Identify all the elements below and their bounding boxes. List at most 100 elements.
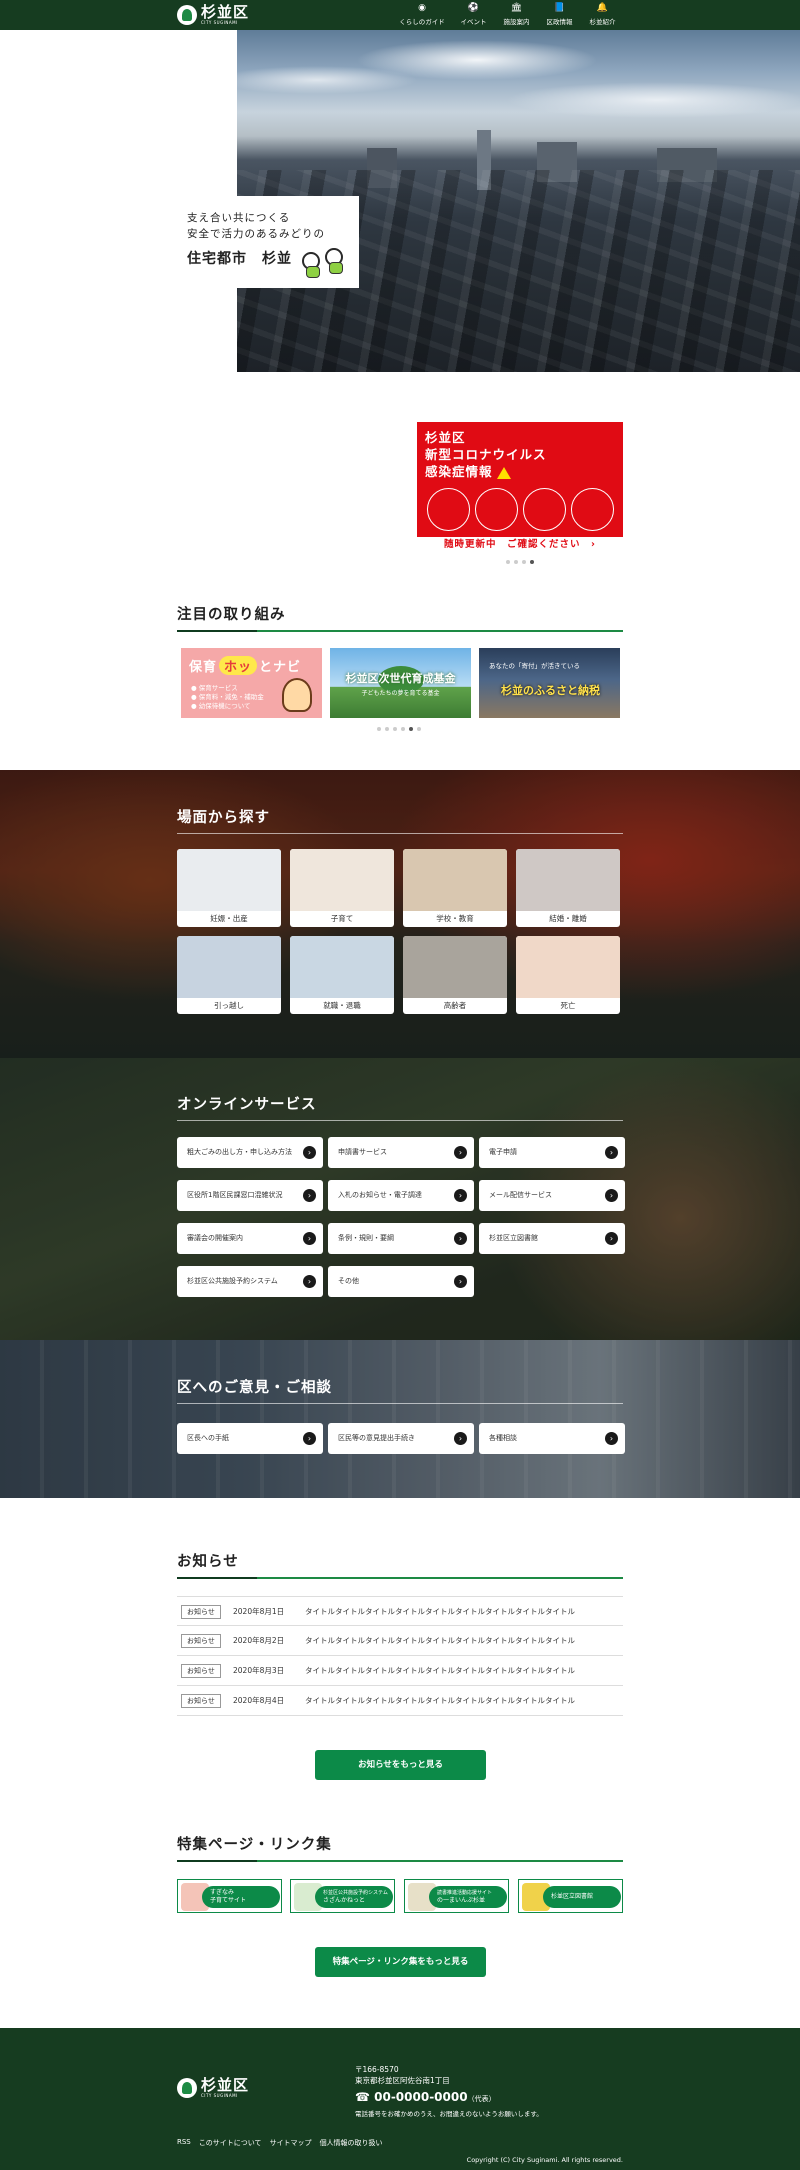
scene-card[interactable]: 子育て (290, 849, 394, 927)
link-reading[interactable]: 読書推進活動応援サイト の一まいんぷ杉並 (404, 1879, 509, 1913)
opinion-label: 区長への手紙 (187, 1434, 229, 1442)
nav-facilities[interactable]: 🏛 施設案内 (495, 3, 538, 26)
carousel-dot[interactable] (522, 560, 526, 564)
scene-card-label: 死亡 (560, 1001, 576, 1010)
online-service-button[interactable]: 申請書サービス › (328, 1137, 474, 1168)
news-row[interactable]: お知らせ 2020年8月1日 タイトルタイトルタイトルタイトルタイトルタイトルタイト… (177, 1596, 623, 1626)
scene-card[interactable]: 結婚・離婚 (516, 849, 620, 927)
nav-event[interactable]: ⚽ イベント (452, 3, 495, 26)
carousel-dot[interactable] (385, 727, 389, 731)
hoiku-item: ● 保育サービス (191, 684, 238, 692)
footer-link-rss[interactable]: RSS (177, 2138, 191, 2148)
featured-carousel-dots (377, 727, 421, 731)
scene-card[interactable]: 高齢者 (403, 936, 507, 1014)
carousel-dot-active[interactable] (530, 560, 534, 564)
covid-banner[interactable]: 杉並区 新型コロナウイルス 感染症情報 (417, 422, 623, 537)
arrow-right-icon: › (303, 1275, 316, 1288)
scene-card[interactable]: 就職・退職 (290, 936, 394, 1014)
arrow-right-icon: › (454, 1432, 467, 1445)
footer-logo[interactable]: 杉並区 CITY SUGINAMI (177, 2078, 249, 2098)
covid-line1: 杉並区 (425, 430, 466, 445)
opinion-button[interactable]: 区長への手紙 › (177, 1423, 323, 1454)
hero-copy-line1: 支え合い共につくる (187, 212, 291, 224)
footer-address: 〒166-8570 東京都杉並区阿佐谷南1丁目 (355, 2064, 450, 2086)
nav-label: 区政情報 (546, 18, 573, 26)
scene-card-photo (290, 849, 394, 911)
nav-kurashi[interactable]: ◉ くらしのガイド (392, 3, 452, 26)
scene-card[interactable]: 死亡 (516, 936, 620, 1014)
hero-sky (237, 30, 800, 150)
carousel-dot[interactable] (506, 560, 510, 564)
scene-card-photo (290, 936, 394, 998)
arrow-right-icon: › (454, 1189, 467, 1202)
online-service-button[interactable]: 杉並区立図書館 › (479, 1223, 625, 1254)
news-row[interactable]: お知らせ 2020年8月2日 タイトルタイトルタイトルタイトルタイトルタイトルタイト… (177, 1626, 623, 1656)
nav-kusei[interactable]: 📘 区政情報 (538, 3, 581, 26)
logo-emblem-icon (177, 5, 197, 25)
links-more-button[interactable]: 特集ページ・リンク集をもっと見る (315, 1947, 486, 1977)
global-nav: ◉ くらしのガイド ⚽ イベント 🏛 施設案内 📘 区政情報 🔔 杉並紹介 (392, 3, 624, 26)
online-service-label: 区役所1階区民課窓口混雑状況 (187, 1191, 283, 1199)
mascot-icon (325, 248, 343, 274)
online-service-button[interactable]: 粗大ごみの出し方・申し込み方法 › (177, 1137, 323, 1168)
carousel-dot-active[interactable] (409, 727, 413, 731)
link-sazanka[interactable]: 杉並区公共施設予約システム さざんかねっと (290, 1879, 395, 1913)
arrow-right-icon: › (454, 1146, 467, 1159)
link-main: の一まいんぷ杉並 (437, 1897, 486, 1904)
carousel-dot[interactable] (417, 727, 421, 731)
arrow-right-icon: › (605, 1189, 618, 1202)
carousel-dot[interactable] (377, 727, 381, 731)
news-row-title: タイトルタイトルタイトルタイトルタイトルタイトルタイトルタイトルタイトル (305, 1636, 575, 1645)
site-logo[interactable]: 杉並区 CITY SUGINAMI (177, 4, 249, 26)
hoiku-title-b: とナビ (259, 660, 302, 675)
news-tag: お知らせ (181, 1605, 221, 1619)
feature-hoiku-navi[interactable]: 保育 ホッ とナビ ● 保育サービス ● 保育料・減免・補助金 ● 幼保待機について (181, 648, 322, 718)
covid-line3: 感染症情報 (425, 464, 493, 479)
online-service-button[interactable]: 電子申請 › (479, 1137, 625, 1168)
opinion-button[interactable]: 各種相談 › (479, 1423, 625, 1454)
online-service-label: その他 (338, 1277, 359, 1285)
link-sub: すぎなみ (210, 1889, 235, 1896)
online-service-label: 条例・規則・要綱 (338, 1234, 394, 1242)
online-service-button[interactable]: 入札のお知らせ・電子調達 › (328, 1180, 474, 1211)
hoiku-title-a: 保育 (189, 660, 218, 675)
nav-intro[interactable]: 🔔 杉並紹介 (581, 3, 624, 26)
scene-card[interactable]: 引っ越し (177, 936, 281, 1014)
news-date: 2020年8月4日 (233, 1696, 285, 1705)
feature-furusato[interactable]: あなたの「寄付」が活きている 杉並のふるさと納税 (479, 648, 620, 718)
footer-link-about[interactable]: このサイトについて (199, 2138, 262, 2148)
online-service-button[interactable]: 区役所1階区民課窓口混雑状況 › (177, 1180, 323, 1211)
carousel-dot[interactable] (401, 727, 405, 731)
scene-card[interactable]: 学校・教育 (403, 849, 507, 927)
link-kosodate[interactable]: すぎなみ 子育てサイト (177, 1879, 282, 1913)
footer-link-privacy[interactable]: 個人情報の取り扱い (320, 2138, 383, 2148)
online-service-button[interactable]: 杉並区公共施設予約システム › (177, 1266, 323, 1297)
arrow-right-icon: › (605, 1232, 618, 1245)
online-service-button[interactable]: 条例・規則・要綱 › (328, 1223, 474, 1254)
online-service-label: 申請書サービス (338, 1148, 387, 1156)
online-service-label: 杉並区立図書館 (489, 1234, 538, 1242)
link-pill: 読書推進活動応援サイト の一まいんぷ杉並 (429, 1886, 507, 1908)
news-more-button[interactable]: お知らせをもっと見る (315, 1750, 486, 1780)
carousel-dot[interactable] (514, 560, 518, 564)
covid-more-link[interactable]: 随時更新中 ご確認ください › (417, 536, 623, 550)
carousel-dot[interactable] (393, 727, 397, 731)
online-service-button[interactable]: メール配信サービス › (479, 1180, 625, 1211)
scene-card-photo (403, 849, 507, 911)
handwash-icon (475, 488, 518, 531)
footer-address-line: 東京都杉並区阿佐谷南1丁目 (355, 2076, 450, 2085)
online-service-button[interactable]: 審議会の開催案内 › (177, 1223, 323, 1254)
link-library[interactable]: 杉並区立図書館 (518, 1879, 623, 1913)
news-row[interactable]: お知らせ 2020年8月3日 タイトルタイトルタイトルタイトルタイトルタイトルタイト… (177, 1656, 623, 1686)
footer-link-sitemap[interactable]: サイトマップ (270, 2138, 312, 2148)
logo-emblem-icon (177, 2078, 197, 2098)
phone-icon: ☎ (355, 2090, 375, 2104)
feature-fund[interactable]: 杉並区次世代育成基金 子どもたちの夢を育てる基金 (330, 648, 471, 718)
opinion-button[interactable]: 区民等の意見提出手続き › (328, 1423, 474, 1454)
scene-card[interactable]: 妊娠・出産 (177, 849, 281, 927)
online-service-button[interactable]: その他 › (328, 1266, 474, 1297)
arrow-right-icon: › (454, 1275, 467, 1288)
online-service-label: 粗大ごみの出し方・申し込み方法 (187, 1148, 292, 1156)
news-date: 2020年8月1日 (233, 1607, 285, 1616)
news-row[interactable]: お知らせ 2020年8月4日 タイトルタイトルタイトルタイトルタイトルタイトルタイト… (177, 1686, 623, 1716)
